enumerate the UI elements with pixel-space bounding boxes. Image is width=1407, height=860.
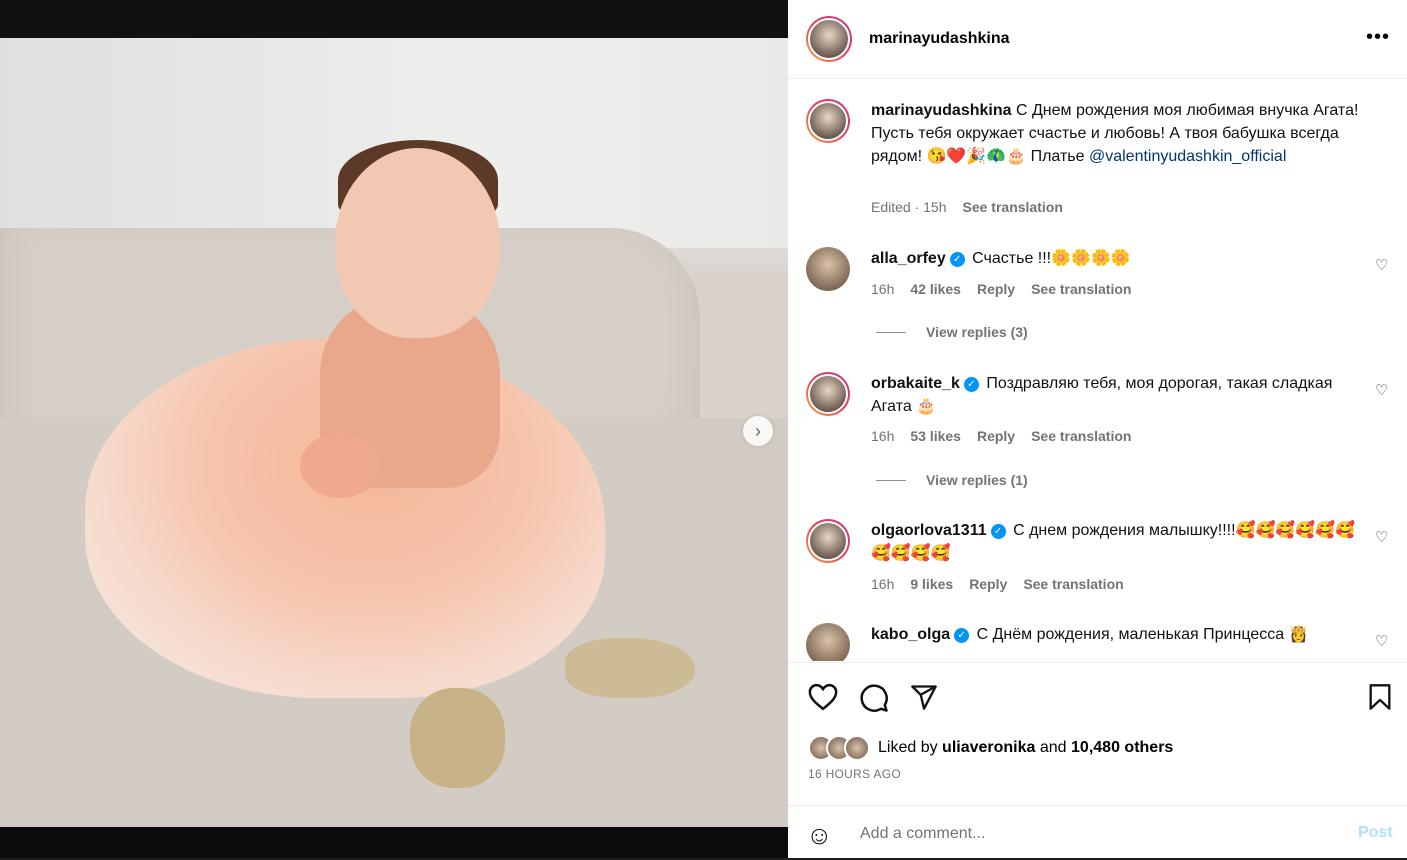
post-actions: Liked by uliaveronika and 10,480 others … (788, 662, 1407, 859)
see-translation-button[interactable]: See translation (1031, 281, 1131, 297)
liker-avatar[interactable] (844, 735, 870, 761)
chevron-right-icon: › (755, 420, 761, 441)
comment-heart-icon[interactable]: ♡ (1375, 256, 1388, 274)
post-timestamp: 16 HOURS AGO (808, 767, 901, 781)
view-replies-button[interactable]: View replies (3) (876, 324, 1028, 340)
comment-username[interactable]: olgaorlova1311 (871, 522, 987, 539)
comment-text: Счастье !!!🌼🌼🌼🌼 (972, 250, 1131, 267)
comment-time: 16h (871, 428, 895, 444)
verified-badge-icon: ✓ (954, 628, 970, 643)
author-avatar[interactable] (806, 16, 852, 62)
commenter-avatar[interactable] (806, 519, 850, 563)
liker-username[interactable]: uliaveronika (942, 739, 1035, 756)
commenter-avatar[interactable] (806, 623, 850, 661)
reply-button[interactable]: Reply (977, 428, 1015, 444)
post-header: marinayudashkina ••• (788, 0, 1407, 79)
verified-badge-icon: ✓ (963, 377, 979, 392)
post-panel: marinayudashkina ••• marinayudashkina С … (788, 0, 1407, 858)
comment-heart-icon[interactable]: ♡ (1375, 632, 1388, 650)
comment-text: С Днём рождения, маленькая Принцесса 👸 (976, 626, 1309, 643)
next-slide-button[interactable]: › (743, 416, 773, 446)
comment-likes[interactable]: 42 likes (910, 281, 961, 297)
background-strip (0, 0, 788, 38)
caption-mention[interactable]: @valentinyudashkin_official (1089, 148, 1286, 165)
comment-time: 16h (871, 576, 895, 592)
commenter-avatar[interactable] (806, 247, 850, 291)
post-comment-button[interactable]: Post (1358, 824, 1393, 842)
caption-see-translation[interactable]: See translation (963, 199, 1063, 215)
send-icon[interactable] (909, 683, 939, 711)
post-photo[interactable] (0, 38, 788, 827)
view-replies-button[interactable]: View replies (1) (876, 472, 1028, 488)
see-translation-button[interactable]: See translation (1023, 576, 1123, 592)
media-area: › (0, 0, 788, 858)
reply-button[interactable]: Reply (969, 576, 1007, 592)
child-head (335, 148, 500, 338)
comment-username[interactable]: kabo_olga (871, 626, 950, 643)
author-username[interactable]: marinayudashkina (869, 30, 1010, 48)
liked-by-label: Liked by (878, 739, 938, 756)
comment-input[interactable] (858, 820, 1322, 848)
caption-username[interactable]: marinayudashkina (871, 102, 1012, 119)
see-translation-button[interactable]: See translation (1031, 428, 1131, 444)
more-horizontal-icon[interactable]: ••• (1366, 27, 1390, 47)
comment-likes[interactable]: 53 likes (910, 428, 961, 444)
likes-count-link[interactable]: 10,480 others (1071, 739, 1173, 756)
comment-likes[interactable]: 9 likes (910, 576, 953, 592)
shoe (410, 688, 505, 788)
emoji-icon[interactable]: ☺ (806, 820, 833, 851)
comment-time: 16h (871, 281, 895, 297)
caption-edited: Edited · 15h (871, 199, 947, 215)
comment-username[interactable]: orbakaite_k (871, 375, 960, 392)
verified-badge-icon: ✓ (990, 524, 1006, 539)
likes-summary: Liked by uliaveronika and 10,480 others (808, 735, 1173, 761)
heart-icon[interactable] (808, 683, 838, 711)
bookmark-icon[interactable] (1367, 683, 1393, 711)
comment-icon[interactable] (859, 683, 889, 713)
comments-list[interactable]: marinayudashkina С Днем рождения моя люб… (788, 79, 1407, 661)
comment-heart-icon[interactable]: ♡ (1375, 381, 1388, 399)
comment-username[interactable]: alla_orfey (871, 250, 946, 267)
reply-button[interactable]: Reply (977, 281, 1015, 297)
caption-avatar[interactable] (806, 99, 850, 143)
comment-heart-icon[interactable]: ♡ (1375, 528, 1388, 546)
verified-badge-icon: ✓ (949, 252, 965, 267)
shoe (565, 638, 695, 698)
commenter-avatar[interactable] (806, 372, 850, 416)
add-comment-bar: ☺ Post (788, 805, 1407, 860)
